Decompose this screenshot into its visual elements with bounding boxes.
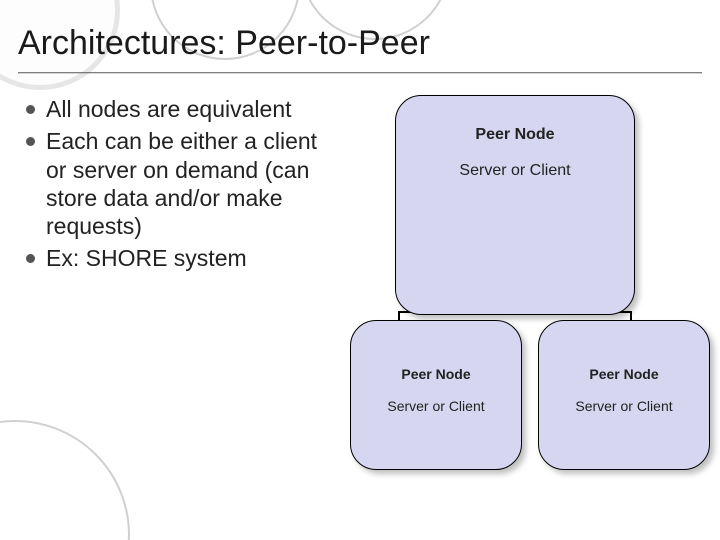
title-underline	[18, 72, 702, 74]
bullet-item: All nodes are equivalent	[22, 95, 342, 123]
bullet-list: All nodes are equivalent Each can be eit…	[22, 95, 342, 277]
node-subtitle: Server or Client	[396, 162, 634, 180]
node-title: Peer Node	[396, 126, 634, 144]
peer-node-bottom-left: Peer Node Server or Client	[350, 320, 522, 470]
p2p-diagram: Peer Node Server or Client Peer Node Ser…	[350, 95, 710, 495]
node-title: Peer Node	[539, 366, 709, 382]
node-subtitle: Server or Client	[539, 398, 709, 414]
node-subtitle: Server or Client	[351, 398, 521, 414]
peer-node-bottom-right: Peer Node Server or Client	[538, 320, 710, 470]
bg-circle	[0, 420, 130, 540]
peer-node-top: Peer Node Server or Client	[395, 95, 635, 315]
node-title: Peer Node	[351, 366, 521, 382]
bullet-item: Each can be either a client or server on…	[22, 127, 342, 240]
bullet-item: Ex: SHORE system	[22, 244, 342, 272]
slide-title: Architectures: Peer-to-Peer	[18, 24, 430, 63]
